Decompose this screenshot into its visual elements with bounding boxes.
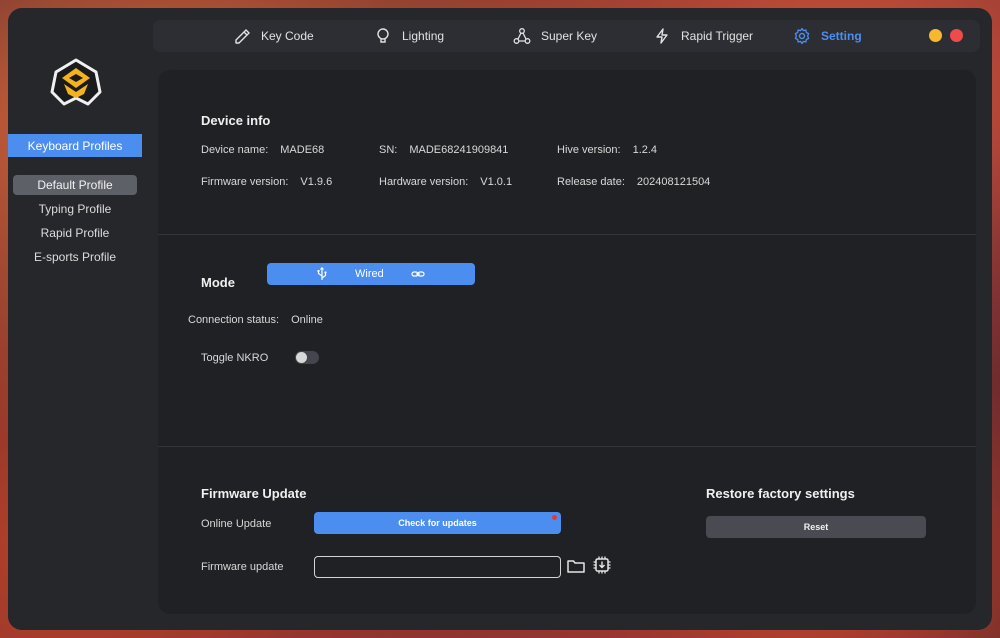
firmware-file-label: Firmware update (201, 561, 284, 573)
reset-button[interactable]: Reset (706, 516, 926, 538)
tab-super-key-label: Super Key (541, 29, 598, 43)
hub-icon (513, 27, 531, 45)
nkro-label: Toggle NKRO (201, 352, 269, 364)
device-name-label: Device name: (201, 144, 269, 156)
folder-icon[interactable] (566, 556, 586, 576)
connection-status-row: Connection status: Online (188, 314, 323, 326)
tab-rapid-trigger[interactable]: Rapid Trigger (653, 20, 753, 52)
brand-logo (50, 58, 102, 108)
bolt-icon (653, 27, 671, 45)
release-date-label: Release date: (557, 176, 625, 188)
profile-item-default[interactable]: Default Profile (13, 175, 137, 195)
tab-key-code[interactable]: Key Code (233, 20, 314, 52)
nkro-toggle[interactable] (295, 351, 319, 364)
device-name-value: MADE68 (280, 144, 325, 156)
mode-selector[interactable]: Wired (267, 263, 475, 285)
tab-key-code-label: Key Code (261, 29, 314, 43)
profile-list: Default Profile Typing Profile Rapid Pro… (13, 175, 137, 271)
keyboard-profiles-header[interactable]: Keyboard Profiles (8, 134, 142, 157)
hive-version-label: Hive version: (557, 144, 621, 156)
settings-panel: Device info Device name: MADE68 SN: MADE68… (158, 70, 976, 614)
hardware-version-label: Hardware version: (379, 176, 469, 188)
sidebar: Keyboard Profiles Default Profile Typing… (8, 8, 150, 630)
profile-item-rapid[interactable]: Rapid Profile (13, 223, 137, 243)
sn-label: SN: (379, 144, 398, 156)
profile-item-typing[interactable]: Typing Profile (13, 199, 137, 219)
minimize-button[interactable] (929, 29, 942, 42)
link-icon (411, 267, 425, 281)
sn-value: MADE68241909841 (409, 144, 509, 156)
firmware-file-input[interactable] (314, 556, 561, 578)
bulb-icon (374, 27, 392, 45)
tab-setting-label: Setting (821, 29, 862, 43)
hardware-version-value: V1.0.1 (480, 176, 513, 188)
tab-lighting[interactable]: Lighting (374, 20, 444, 52)
app-window: Keyboard Profiles Default Profile Typing… (8, 8, 992, 630)
online-update-label: Online Update (201, 518, 272, 530)
top-nav: Key Code Lighting Super Key Rapid Trigge… (153, 20, 980, 52)
gear-icon (793, 27, 811, 45)
toggle-knob (296, 352, 307, 363)
restore-factory-title: Restore factory settings (706, 486, 855, 501)
firmware-version-row: Firmware version: V1.9.6 (201, 176, 332, 188)
section-divider (158, 446, 976, 447)
hive-version-value: 1.2.4 (632, 144, 658, 156)
section-divider (158, 234, 976, 235)
tab-lighting-label: Lighting (402, 29, 445, 43)
firmware-version-label: Firmware version: (201, 176, 289, 188)
check-for-updates-label: Check for updates (398, 518, 477, 528)
device-info-title: Device info (201, 113, 271, 128)
profile-item-esports[interactable]: E-sports Profile (13, 247, 137, 267)
check-for-updates-button[interactable]: Check for updates (314, 512, 561, 534)
hardware-version-row: Hardware version: V1.0.1 (379, 176, 512, 188)
tab-rapid-trigger-label: Rapid Trigger (681, 29, 754, 43)
hive-version-row: Hive version: 1.2.4 (557, 144, 657, 156)
usb-icon (315, 266, 329, 281)
mode-title: Mode (201, 275, 235, 290)
connection-status-value: Online (291, 314, 323, 326)
release-date-value: 202408121504 (636, 176, 711, 188)
sn-row: SN: MADE68241909841 (379, 144, 508, 156)
connection-status-label: Connection status: (188, 314, 280, 326)
mode-value: Wired (355, 268, 384, 280)
tab-setting[interactable]: Setting (793, 20, 862, 52)
tab-super-key[interactable]: Super Key (513, 20, 597, 52)
firmware-version-value: V1.9.6 (300, 176, 333, 188)
notification-dot (552, 515, 557, 520)
device-name-row: Device name: MADE68 (201, 144, 324, 156)
pen-icon (233, 27, 251, 45)
close-button[interactable] (950, 29, 963, 42)
release-date-row: Release date: 202408121504 (557, 176, 710, 188)
chip-upload-icon[interactable] (592, 555, 612, 575)
firmware-update-title: Firmware Update (201, 486, 307, 501)
